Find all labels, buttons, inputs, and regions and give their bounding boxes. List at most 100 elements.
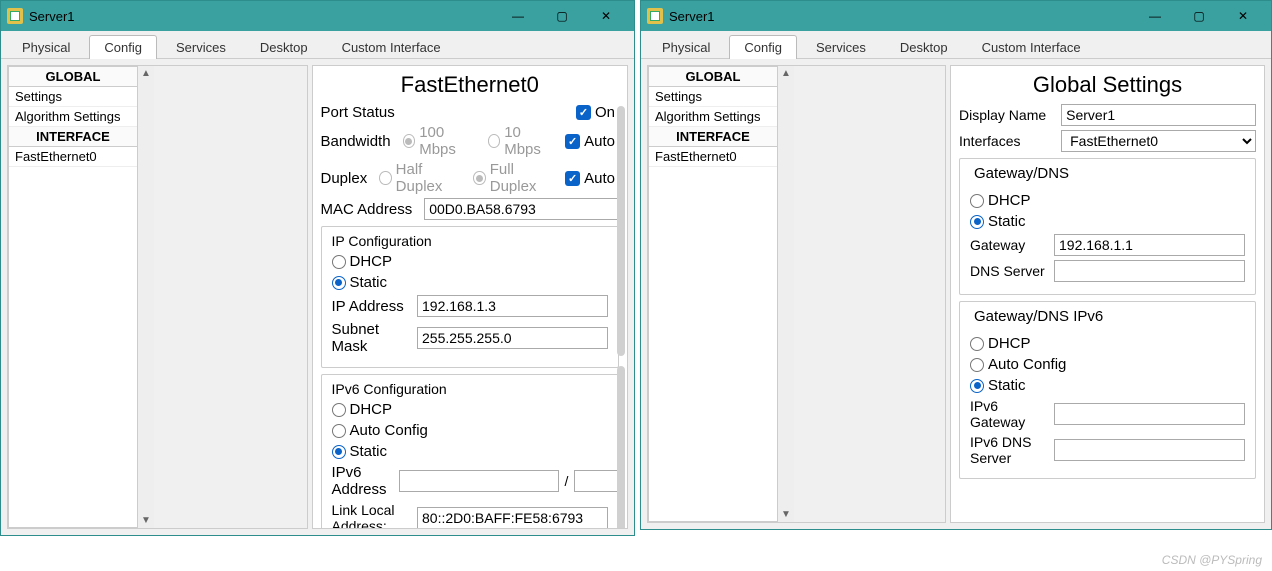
tab-desktop[interactable]: Desktop	[885, 35, 963, 59]
ipv6-address-label: IPv6 Address	[332, 464, 387, 498]
full-duplex-radio: Full Duplex	[473, 161, 555, 195]
gw-dhcp-radio[interactable]: DHCP	[970, 192, 1031, 209]
ip-address-label: IP Address	[332, 298, 406, 315]
interfaces-select[interactable]: FastEthernet0	[1061, 130, 1256, 152]
panel-scrollbar-upper[interactable]	[617, 106, 625, 356]
sidebar-header-interface: INTERFACE	[9, 127, 137, 147]
gateway-label: Gateway	[970, 237, 1048, 253]
maximize-button[interactable]: ▢	[540, 2, 584, 30]
maximize-button[interactable]: ▢	[1177, 2, 1221, 30]
global-settings-panel: Global Settings Display Name Interfaces …	[950, 65, 1265, 523]
sidebar-header-interface: INTERFACE	[649, 127, 777, 147]
panel-title: FastEthernet0	[321, 72, 620, 98]
ipv6-prefix-input[interactable]	[574, 470, 618, 492]
tab-custom-interface[interactable]: Custom Interface	[967, 35, 1096, 59]
ip-static-radio[interactable]: Static	[332, 274, 388, 291]
sidebar-item-fastethernet0[interactable]: FastEthernet0	[649, 147, 777, 167]
sidebar-header-global: GLOBAL	[9, 67, 137, 87]
ip-address-input[interactable]	[417, 295, 608, 317]
panel-scrollbar-lower[interactable]	[617, 366, 625, 529]
bandwidth-100-radio: 100 Mbps	[403, 124, 478, 158]
tab-config[interactable]: Config	[729, 35, 797, 59]
subnet-mask-label: Subnet Mask	[332, 321, 406, 355]
ipv6-config-title: IPv6 Configuration	[332, 381, 609, 397]
gw-static-radio[interactable]: Static	[970, 213, 1026, 230]
bandwidth-auto-checkbox[interactable]: ✓Auto	[565, 133, 615, 150]
sidebar-container: GLOBAL Settings Algorithm Settings INTER…	[647, 65, 946, 523]
window-server1-right: Server1 — ▢ ✕ Physical Config Services D…	[640, 0, 1272, 530]
port-status-checkbox[interactable]: ✓On	[576, 104, 615, 121]
titlebar[interactable]: Server1 — ▢ ✕	[1, 1, 634, 31]
gateway-dns-ipv6-title: Gateway/DNS IPv6	[970, 308, 1107, 325]
sidebar: GLOBAL Settings Algorithm Settings INTER…	[648, 66, 778, 522]
tab-physical[interactable]: Physical	[7, 35, 85, 59]
gw6-static-radio[interactable]: Static	[970, 377, 1026, 394]
tab-services[interactable]: Services	[161, 35, 241, 59]
app-icon	[7, 8, 23, 24]
subnet-mask-input[interactable]	[417, 327, 608, 349]
ipv6-dns-label: IPv6 DNS Server	[970, 434, 1048, 466]
sidebar-item-settings[interactable]: Settings	[649, 87, 777, 107]
tabs: Physical Config Services Desktop Custom …	[1, 31, 634, 59]
tab-custom-interface[interactable]: Custom Interface	[327, 35, 456, 59]
ipv6-autoconfig-radio[interactable]: Auto Config	[332, 422, 428, 439]
gateway-dns-ipv6-group: Gateway/DNS IPv6 DHCP Auto Config Static…	[959, 301, 1256, 479]
sidebar-item-algorithm-settings[interactable]: Algorithm Settings	[9, 107, 137, 127]
interface-config-panel: FastEthernet0 Port Status ✓On Bandwidth …	[312, 65, 629, 529]
close-button[interactable]: ✕	[1221, 2, 1265, 30]
sidebar-scrollbar[interactable]: ▲ ▼	[778, 66, 794, 522]
app-icon	[647, 8, 663, 24]
gateway-input[interactable]	[1054, 234, 1245, 256]
port-status-label: Port Status	[321, 104, 395, 121]
sidebar-item-settings[interactable]: Settings	[9, 87, 137, 107]
display-name-label: Display Name	[959, 107, 1055, 123]
sidebar-scrollbar[interactable]: ▲ ▼	[138, 66, 154, 528]
bandwidth-label: Bandwidth	[321, 133, 391, 150]
tab-physical[interactable]: Physical	[647, 35, 725, 59]
tab-config[interactable]: Config	[89, 35, 157, 59]
tab-desktop[interactable]: Desktop	[245, 35, 323, 59]
gateway-dns-title: Gateway/DNS	[970, 165, 1073, 182]
gateway-dns-group: Gateway/DNS DHCP Static Gateway DNS Serv…	[959, 158, 1256, 295]
scroll-down-icon[interactable]: ▼	[781, 507, 791, 522]
sidebar: GLOBAL Settings Algorithm Settings INTER…	[8, 66, 138, 528]
ipv6-dhcp-radio[interactable]: DHCP	[332, 401, 393, 418]
dns-server-label: DNS Server	[970, 263, 1048, 279]
gw6-dhcp-radio[interactable]: DHCP	[970, 335, 1031, 352]
minimize-button[interactable]: —	[1133, 2, 1177, 30]
ipv6-gateway-label: IPv6 Gateway	[970, 398, 1048, 430]
panel-title: Global Settings	[959, 72, 1256, 98]
ip-config-title: IP Configuration	[332, 233, 609, 249]
minimize-button[interactable]: —	[496, 2, 540, 30]
close-button[interactable]: ✕	[584, 2, 628, 30]
scroll-up-icon[interactable]: ▲	[781, 66, 791, 81]
ipv6-configuration-group: IPv6 Configuration DHCP Auto Config Stat…	[321, 374, 620, 529]
half-duplex-radio: Half Duplex	[379, 161, 463, 195]
gw6-autoconfig-radio[interactable]: Auto Config	[970, 356, 1066, 373]
mac-address-label: MAC Address	[321, 201, 413, 218]
ipv6-gateway-input[interactable]	[1054, 403, 1245, 425]
duplex-auto-checkbox[interactable]: ✓Auto	[565, 170, 615, 187]
window-title: Server1	[29, 9, 496, 24]
ip-dhcp-radio[interactable]: DHCP	[332, 253, 393, 270]
tab-services[interactable]: Services	[801, 35, 881, 59]
sidebar-container: GLOBAL Settings Algorithm Settings INTER…	[7, 65, 308, 529]
tabs: Physical Config Services Desktop Custom …	[641, 31, 1271, 59]
window-server1-left: Server1 — ▢ ✕ Physical Config Services D…	[0, 0, 635, 536]
ipv6-address-input[interactable]	[399, 470, 559, 492]
link-local-label: Link Local Address:	[332, 502, 416, 529]
watermark: CSDN @PYSpring	[1162, 553, 1262, 567]
sidebar-item-fastethernet0[interactable]: FastEthernet0	[9, 147, 137, 167]
sidebar-item-algorithm-settings[interactable]: Algorithm Settings	[649, 107, 777, 127]
scroll-down-icon[interactable]: ▼	[141, 513, 151, 528]
display-name-input[interactable]	[1061, 104, 1256, 126]
dns-server-input[interactable]	[1054, 260, 1245, 282]
link-local-input[interactable]	[417, 507, 608, 529]
mac-address-input[interactable]	[424, 198, 619, 220]
titlebar[interactable]: Server1 — ▢ ✕	[641, 1, 1271, 31]
scroll-up-icon[interactable]: ▲	[141, 66, 151, 81]
ip-configuration-group: IP Configuration DHCP Static IP Address …	[321, 226, 620, 368]
ipv6-static-radio[interactable]: Static	[332, 443, 388, 460]
window-controls: — ▢ ✕	[496, 2, 628, 30]
ipv6-dns-input[interactable]	[1054, 439, 1245, 461]
